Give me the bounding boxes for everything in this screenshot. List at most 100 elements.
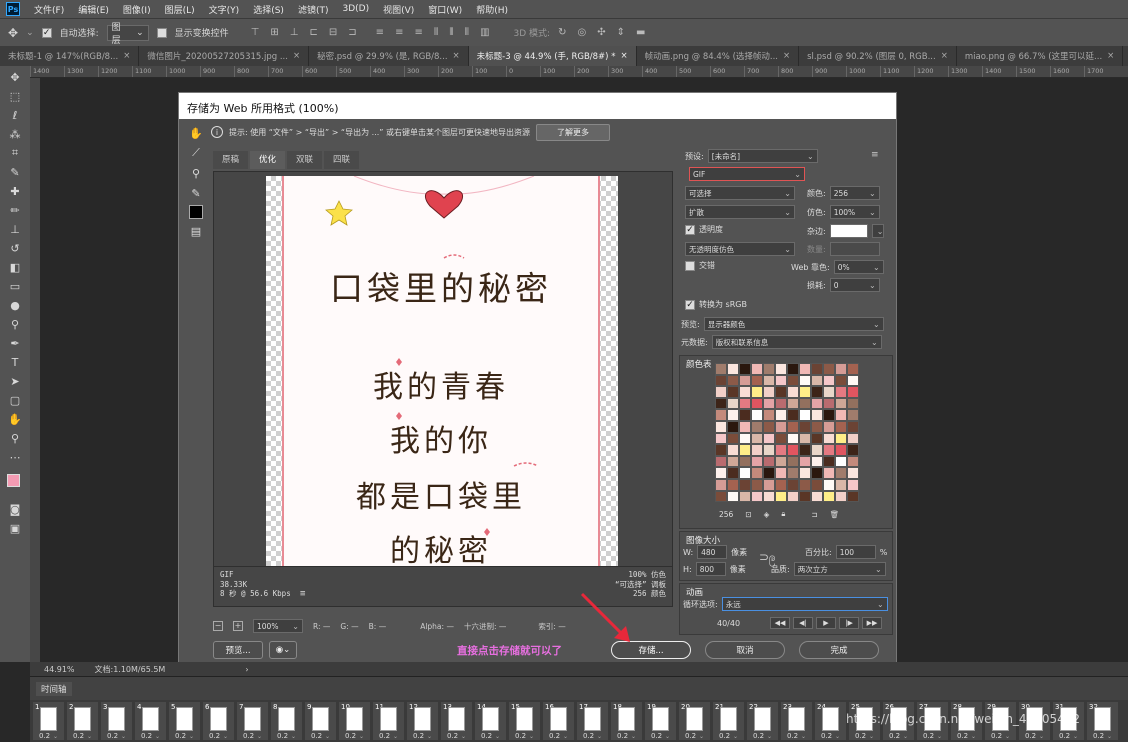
- close-icon[interactable]: ×: [620, 51, 627, 61]
- path-selection-icon[interactable]: ➤: [4, 373, 26, 389]
- color-swatch[interactable]: [715, 397, 727, 410]
- color-swatch[interactable]: [715, 374, 727, 387]
- color-swatch[interactable]: [847, 478, 859, 491]
- color-swatch[interactable]: [835, 432, 847, 445]
- chevron-down-icon[interactable]: ⌄: [631, 733, 636, 740]
- color-swatch[interactable]: [727, 386, 739, 398]
- menu-view[interactable]: 视图(V): [383, 3, 414, 16]
- frame-delay[interactable]: 0.2: [73, 732, 84, 740]
- align-vcenter-icon[interactable]: ⊞: [270, 27, 278, 38]
- color-swatch[interactable]: [811, 386, 823, 398]
- color-swatch[interactable]: [727, 397, 739, 410]
- color-swatch[interactable]: [787, 478, 799, 491]
- chevron-down-icon[interactable]: ⌄: [189, 733, 194, 740]
- color-swatch[interactable]: [835, 444, 847, 456]
- frame-delay[interactable]: 0.2: [345, 732, 356, 740]
- web-shift-icon[interactable]: ◈: [764, 510, 770, 519]
- screen-mode-icon[interactable]: ▣: [4, 520, 26, 536]
- color-swatch[interactable]: [823, 420, 835, 433]
- frame-delay[interactable]: 0.2: [311, 732, 322, 740]
- color-swatch[interactable]: [751, 420, 763, 433]
- chevron-down-icon[interactable]: ⌄: [155, 733, 160, 740]
- color-swatch[interactable]: [787, 386, 799, 398]
- color-swatch[interactable]: [823, 490, 835, 503]
- chevron-down-icon[interactable]: ⌄: [1005, 733, 1010, 740]
- color-swatch[interactable]: [799, 478, 811, 491]
- auto-align-icon[interactable]: ▥: [480, 27, 489, 38]
- timeline-frame[interactable]: 240.2⌄: [815, 702, 846, 740]
- healing-brush-icon[interactable]: ✚: [4, 183, 26, 199]
- color-swatch[interactable]: [739, 455, 751, 468]
- delete-color-icon[interactable]: 🗑︎: [830, 510, 840, 519]
- frame-delay[interactable]: 0.2: [277, 732, 288, 740]
- play-icon[interactable]: ▶: [816, 617, 836, 629]
- tab-original[interactable]: 原稿: [213, 151, 249, 169]
- panel-menu-icon[interactable]: ≡: [871, 150, 879, 160]
- width-field[interactable]: 480: [697, 545, 728, 559]
- color-swatch[interactable]: [739, 478, 751, 491]
- preview-button[interactable]: 预览...: [213, 641, 263, 659]
- timeline-title[interactable]: 时间轴: [36, 682, 72, 696]
- color-swatch[interactable]: [775, 467, 787, 479]
- chevron-down-icon[interactable]: ⌄: [1107, 733, 1112, 740]
- new-color-icon[interactable]: ⊐: [811, 510, 817, 519]
- color-swatch[interactable]: [727, 363, 739, 375]
- more-tabs-icon[interactable]: »: [1123, 46, 1128, 66]
- color-swatch[interactable]: [823, 432, 835, 445]
- timeline-frame[interactable]: 180.2⌄: [611, 702, 642, 740]
- matte-color-swatch[interactable]: [829, 224, 868, 238]
- next-frame-icon[interactable]: |▶: [839, 617, 859, 629]
- timeline-frame[interactable]: 100.2⌄: [339, 702, 370, 740]
- color-swatch[interactable]: [751, 490, 763, 503]
- more-tools-icon[interactable]: ⋯: [4, 449, 26, 465]
- color-swatch[interactable]: [715, 409, 727, 421]
- chevron-down-icon[interactable]: ⌄: [427, 733, 432, 740]
- color-swatch[interactable]: [787, 409, 799, 421]
- frame-delay[interactable]: 0.2: [1059, 732, 1070, 740]
- eyedropper-tool-icon[interactable]: ✎: [4, 164, 26, 180]
- eyedropper-tool-icon[interactable]: ✎: [187, 185, 205, 201]
- color-swatch[interactable]: [811, 444, 823, 456]
- hand-tool-icon[interactable]: ✋: [4, 411, 26, 427]
- doc-tab-4[interactable]: 未标题-3 @ 44.9% (手, RGB/8#) * ×: [468, 46, 637, 66]
- doc-tab-6[interactable]: sl.psd @ 90.2% (图层 0, RGB... ×: [799, 46, 957, 66]
- color-swatch[interactable]: [763, 467, 775, 479]
- color-swatch[interactable]: [715, 490, 727, 503]
- color-swatch[interactable]: [751, 467, 763, 479]
- frame-delay[interactable]: 0.2: [753, 732, 764, 740]
- color-swatch[interactable]: [847, 455, 859, 468]
- frame-delay[interactable]: 0.2: [1093, 732, 1104, 740]
- color-swatch[interactable]: [775, 363, 787, 375]
- tab-4-up[interactable]: 四联: [324, 151, 360, 169]
- color-swatch[interactable]: [739, 374, 751, 387]
- color-swatch[interactable]: [775, 478, 787, 491]
- chevron-down-icon[interactable]: ⌄: [835, 733, 840, 740]
- color-swatch[interactable]: [823, 374, 835, 387]
- color-swatch[interactable]: [763, 409, 775, 421]
- color-swatch[interactable]: [727, 409, 739, 421]
- color-swatch[interactable]: [823, 363, 835, 375]
- color-swatch[interactable]: [811, 490, 823, 503]
- color-swatch[interactable]: [847, 363, 859, 375]
- color-swatch[interactable]: [799, 444, 811, 456]
- timeline-frame[interactable]: 7 0.2 ⌄: [237, 702, 268, 740]
- shape-tool-icon[interactable]: ▢: [4, 392, 26, 408]
- color-swatch[interactable]: [751, 455, 763, 468]
- color-swatch[interactable]: [847, 420, 859, 433]
- status-expand-icon[interactable]: ›: [245, 665, 248, 674]
- zoom-tool-icon[interactable]: ⚲: [4, 430, 26, 446]
- distribute-hcenter-icon[interactable]: ⦀: [449, 27, 453, 38]
- color-swatch[interactable]: [835, 386, 847, 398]
- color-swatch[interactable]: [727, 444, 739, 456]
- timeline-frame[interactable]: 190.2⌄: [645, 702, 676, 740]
- transparency-dither-dropdown[interactable]: 无透明度仿色: [685, 242, 795, 256]
- chevron-down-icon[interactable]: ⌄: [291, 733, 296, 740]
- lock-color-icon[interactable]: 🔒︎: [781, 509, 785, 519]
- metadata-dropdown[interactable]: 版权和联系信息: [711, 335, 882, 349]
- color-swatch[interactable]: [811, 363, 823, 375]
- chevron-down-icon[interactable]: ⌄: [971, 733, 976, 740]
- color-swatch[interactable]: [835, 363, 847, 375]
- timeline-frame[interactable]: 170.2⌄: [577, 702, 608, 740]
- color-swatch[interactable]: [727, 455, 739, 468]
- move-tool-icon[interactable]: ✥: [4, 69, 26, 85]
